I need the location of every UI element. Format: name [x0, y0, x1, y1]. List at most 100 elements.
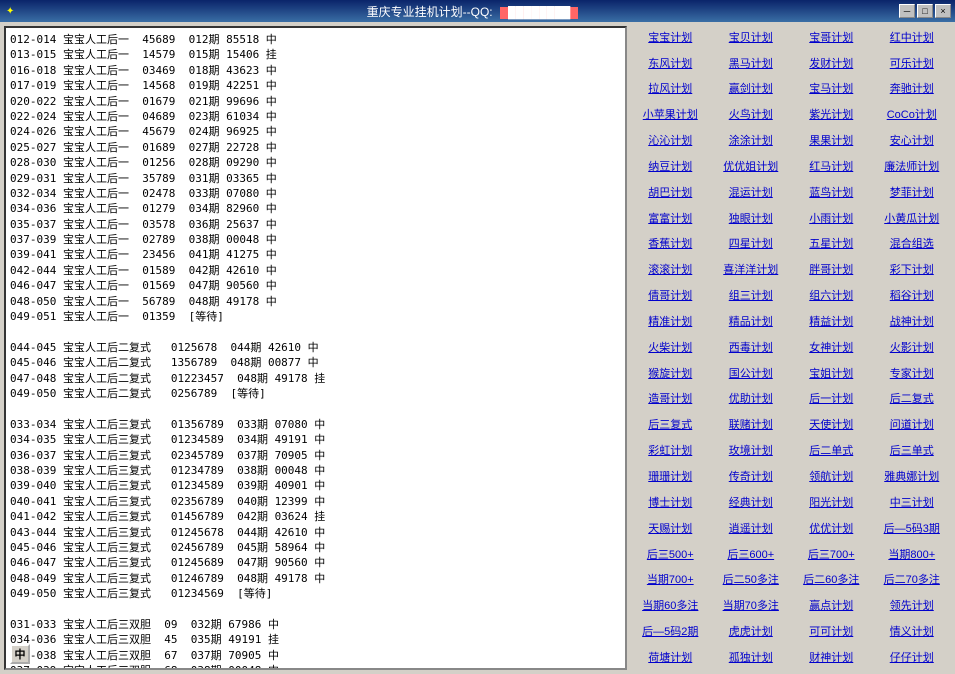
plan-link-99[interactable]: 仔仔计划	[873, 646, 952, 670]
plan-link-51[interactable]: 火影计划	[873, 336, 952, 360]
plan-link-19[interactable]: 安心计划	[873, 129, 952, 153]
plan-link-26[interactable]: 蓝鸟计划	[792, 181, 871, 205]
plan-link-90[interactable]: 赢点计划	[792, 594, 871, 618]
plan-link-24[interactable]: 胡巴计划	[631, 181, 710, 205]
plan-link-38[interactable]: 胖哥计划	[792, 259, 871, 283]
plan-link-70[interactable]: 领航计划	[792, 465, 871, 489]
plan-link-55[interactable]: 专家计划	[873, 362, 952, 386]
plan-link-79[interactable]: 后—5码3期	[873, 517, 952, 541]
plan-link-22[interactable]: 红马计划	[792, 155, 871, 179]
plan-link-28[interactable]: 富富计划	[631, 207, 710, 231]
plan-link-29[interactable]: 独眼计划	[712, 207, 791, 231]
plan-link-34[interactable]: 五星计划	[792, 233, 871, 257]
plan-link-27[interactable]: 梦菲计划	[873, 181, 952, 205]
plan-link-78[interactable]: 优优计划	[792, 517, 871, 541]
plan-link-48[interactable]: 火柴计划	[631, 336, 710, 360]
plan-link-40[interactable]: 倩哥计划	[631, 284, 710, 308]
plan-link-53[interactable]: 国公计划	[712, 362, 791, 386]
plan-link-33[interactable]: 四星计划	[712, 233, 791, 257]
plan-link-73[interactable]: 经典计划	[712, 491, 791, 515]
plan-link-1[interactable]: 宝贝计划	[712, 26, 791, 50]
plan-link-76[interactable]: 天赐计划	[631, 517, 710, 541]
plan-link-61[interactable]: 联赌计划	[712, 414, 791, 438]
plan-link-71[interactable]: 雅典娜计划	[873, 465, 952, 489]
plan-link-59[interactable]: 后二复式	[873, 388, 952, 412]
plan-link-13[interactable]: 火鸟计划	[712, 103, 791, 127]
plan-link-57[interactable]: 优助计划	[712, 388, 791, 412]
plan-link-39[interactable]: 彩下计划	[873, 259, 952, 283]
plan-link-98[interactable]: 财神计划	[792, 646, 871, 670]
plan-link-35[interactable]: 混合组选	[873, 233, 952, 257]
plan-link-94[interactable]: 可可计划	[792, 620, 871, 644]
plan-link-8[interactable]: 拉风计划	[631, 78, 710, 102]
plan-link-50[interactable]: 女神计划	[792, 336, 871, 360]
plan-link-89[interactable]: 当期70多注	[712, 594, 791, 618]
plan-link-77[interactable]: 逍遥计划	[712, 517, 791, 541]
plan-link-83[interactable]: 当期800+	[873, 543, 952, 567]
plan-link-67[interactable]: 后三单式	[873, 439, 952, 463]
plan-link-60[interactable]: 后三复式	[631, 414, 710, 438]
plan-link-68[interactable]: 珊珊计划	[631, 465, 710, 489]
plan-link-96[interactable]: 荷塘计划	[631, 646, 710, 670]
plan-link-95[interactable]: 情义计划	[873, 620, 952, 644]
plan-link-85[interactable]: 后二50多注	[712, 569, 791, 593]
plan-link-11[interactable]: 奔驰计划	[873, 78, 952, 102]
plan-link-63[interactable]: 问道计划	[873, 414, 952, 438]
plan-link-4[interactable]: 东风计划	[631, 52, 710, 76]
plan-link-20[interactable]: 纳豆计划	[631, 155, 710, 179]
plan-link-23[interactable]: 廉法师计划	[873, 155, 952, 179]
plan-link-45[interactable]: 精品计划	[712, 310, 791, 334]
plan-link-46[interactable]: 精益计划	[792, 310, 871, 334]
plan-link-2[interactable]: 宝哥计划	[792, 26, 871, 50]
plan-link-58[interactable]: 后一计划	[792, 388, 871, 412]
plan-content[interactable]: 012-014 宝宝人工后一 45689 012期 85518 中 013-01…	[6, 28, 625, 668]
plan-link-3[interactable]: 红中计划	[873, 26, 952, 50]
plan-link-36[interactable]: 滚滚计划	[631, 259, 710, 283]
minimize-button[interactable]: －	[899, 4, 915, 18]
plan-link-9[interactable]: 赢剑计划	[712, 78, 791, 102]
close-button[interactable]: ×	[935, 4, 951, 18]
plan-link-80[interactable]: 后三500+	[631, 543, 710, 567]
plan-link-88[interactable]: 当期60多注	[631, 594, 710, 618]
plan-link-93[interactable]: 虎虎计划	[712, 620, 791, 644]
plan-link-25[interactable]: 混运计划	[712, 181, 791, 205]
plan-link-12[interactable]: 小苹果计划	[631, 103, 710, 127]
plan-link-16[interactable]: 沁沁计划	[631, 129, 710, 153]
plan-link-31[interactable]: 小黄瓜计划	[873, 207, 952, 231]
plan-link-44[interactable]: 精准计划	[631, 310, 710, 334]
plan-link-84[interactable]: 当期700+	[631, 569, 710, 593]
plan-link-17[interactable]: 涂涂计划	[712, 129, 791, 153]
plan-link-65[interactable]: 玫境计划	[712, 439, 791, 463]
plan-link-5[interactable]: 黑马计划	[712, 52, 791, 76]
plan-link-81[interactable]: 后三600+	[712, 543, 791, 567]
plan-link-66[interactable]: 后二单式	[792, 439, 871, 463]
plan-link-7[interactable]: 可乐计划	[873, 52, 952, 76]
plan-link-69[interactable]: 传奇计划	[712, 465, 791, 489]
plan-link-21[interactable]: 优优姐计划	[712, 155, 791, 179]
plan-link-30[interactable]: 小雨计划	[792, 207, 871, 231]
plan-link-86[interactable]: 后二60多注	[792, 569, 871, 593]
plan-link-52[interactable]: 猴旋计划	[631, 362, 710, 386]
plan-link-0[interactable]: 宝宝计划	[631, 26, 710, 50]
plan-link-74[interactable]: 阳光计划	[792, 491, 871, 515]
maximize-button[interactable]: □	[917, 4, 933, 18]
plan-link-92[interactable]: 后—5码2期	[631, 620, 710, 644]
plan-link-91[interactable]: 领先计划	[873, 594, 952, 618]
plan-link-43[interactable]: 稻谷计划	[873, 284, 952, 308]
plan-link-49[interactable]: 西毒计划	[712, 336, 791, 360]
plan-link-56[interactable]: 造哥计划	[631, 388, 710, 412]
plan-link-41[interactable]: 组三计划	[712, 284, 791, 308]
plan-link-6[interactable]: 发财计划	[792, 52, 871, 76]
plan-link-54[interactable]: 宝姐计划	[792, 362, 871, 386]
plan-link-87[interactable]: 后二70多注	[873, 569, 952, 593]
plan-link-64[interactable]: 彩虹计划	[631, 439, 710, 463]
plan-link-14[interactable]: 紫光计划	[792, 103, 871, 127]
plan-link-32[interactable]: 香蕉计划	[631, 233, 710, 257]
plan-link-82[interactable]: 后三700+	[792, 543, 871, 567]
plan-link-75[interactable]: 中三计划	[873, 491, 952, 515]
plan-link-42[interactable]: 组六计划	[792, 284, 871, 308]
plan-link-62[interactable]: 天使计划	[792, 414, 871, 438]
plan-link-10[interactable]: 宝马计划	[792, 78, 871, 102]
plan-link-37[interactable]: 喜洋洋计划	[712, 259, 791, 283]
plan-link-72[interactable]: 博士计划	[631, 491, 710, 515]
